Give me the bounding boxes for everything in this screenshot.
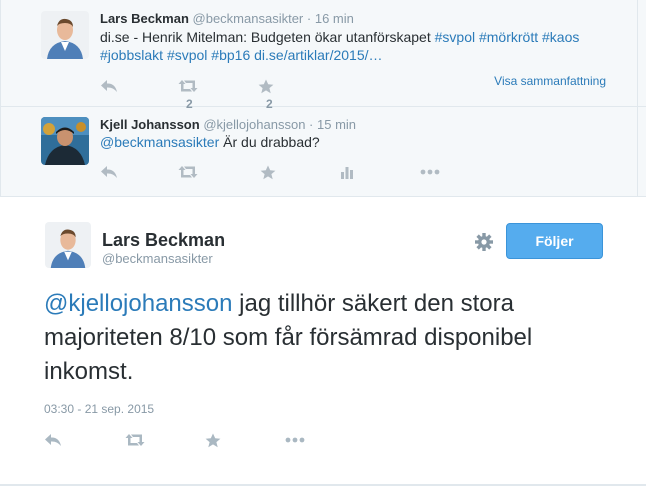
mention-link[interactable]: @kjellojohansson bbox=[44, 290, 232, 317]
conversation-tweet-1[interactable]: Lars Beckman @beckmansasikter · 16 min d… bbox=[0, 0, 646, 111]
star-icon bbox=[205, 433, 221, 447]
author-name[interactable]: Kjell Johansson bbox=[100, 117, 200, 132]
more-icon bbox=[420, 169, 440, 175]
retweet-button[interactable]: 2 bbox=[178, 76, 198, 111]
tweet-time[interactable]: 15 min bbox=[317, 117, 356, 132]
separator: · bbox=[309, 117, 314, 132]
retweet-icon bbox=[178, 80, 198, 93]
more-icon bbox=[285, 437, 305, 443]
retweet-button[interactable] bbox=[125, 430, 145, 448]
gear-icon bbox=[475, 233, 493, 251]
hashtag-link[interactable]: #bp16 bbox=[211, 47, 250, 63]
conversation-tweet-2[interactable]: Kjell Johansson @kjellojohansson · 15 mi… bbox=[0, 107, 646, 197]
hashtag-link[interactable]: #svpol bbox=[435, 29, 475, 45]
hashtag-link[interactable]: #mörkrött bbox=[479, 29, 538, 45]
retweet-button[interactable] bbox=[178, 162, 198, 180]
retweet-icon bbox=[178, 166, 198, 179]
conversation-thread: Lars Beckman @beckmansasikter · 16 min d… bbox=[0, 0, 646, 197]
author-name[interactable]: Lars Beckman bbox=[102, 230, 225, 251]
tweet-text: @beckmansasikter Är du drabbad? bbox=[100, 133, 620, 151]
reply-icon bbox=[101, 80, 117, 93]
reply-icon bbox=[45, 434, 61, 447]
retweet-icon bbox=[125, 434, 145, 447]
hashtag-link[interactable]: #jobbslakt bbox=[100, 47, 163, 63]
stats-button[interactable] bbox=[340, 162, 354, 180]
favorite-button[interactable] bbox=[205, 430, 221, 448]
hashtag-link[interactable]: #svpol bbox=[167, 47, 207, 63]
follow-button[interactable]: Följer bbox=[506, 223, 603, 259]
separator: · bbox=[306, 11, 312, 26]
author-handle[interactable]: @beckmansasikter bbox=[102, 251, 213, 266]
reply-button[interactable] bbox=[100, 162, 118, 180]
author-handle[interactable]: @kjellojohansson bbox=[203, 117, 305, 132]
mention-link[interactable]: @beckmansasikter bbox=[100, 134, 219, 150]
favorite-button[interactable] bbox=[260, 162, 276, 180]
tweet-text: di.se - Henrik Mitelman: Budgeten ökar u… bbox=[100, 28, 620, 64]
star-icon bbox=[258, 79, 274, 93]
avatar[interactable] bbox=[41, 11, 89, 59]
article-link[interactable]: di.se/artiklar/2015/… bbox=[254, 47, 382, 63]
tweet-header: Lars Beckman @beckmansasikter · 16 min bbox=[100, 11, 354, 26]
reply-button[interactable] bbox=[44, 430, 62, 448]
tweet-text-rest: Är du drabbad? bbox=[219, 134, 320, 150]
tweet-text: @kjellojohansson jag tillhör säkert den … bbox=[44, 287, 604, 389]
more-button[interactable] bbox=[420, 162, 440, 180]
user-settings-button[interactable] bbox=[474, 232, 494, 252]
author-name[interactable]: Lars Beckman bbox=[100, 11, 189, 26]
tweet-timestamp[interactable]: 03:30 - 21 sep. 2015 bbox=[44, 402, 154, 416]
author-handle[interactable]: @beckmansasikter bbox=[193, 11, 304, 26]
favorite-button[interactable]: 2 bbox=[258, 76, 274, 111]
tweet-header: Kjell Johansson @kjellojohansson · 15 mi… bbox=[100, 117, 356, 132]
stats-icon bbox=[341, 167, 353, 180]
more-button[interactable] bbox=[285, 430, 305, 448]
tweet-time[interactable]: 16 min bbox=[315, 11, 354, 26]
star-icon bbox=[260, 165, 276, 179]
avatar[interactable] bbox=[45, 222, 91, 268]
permalink-tweet: Lars Beckman @beckmansasikter Följer @kj… bbox=[0, 197, 646, 486]
reply-button[interactable] bbox=[100, 76, 118, 94]
tweet-actions bbox=[44, 430, 344, 450]
avatar[interactable] bbox=[41, 117, 89, 165]
hashtag-link[interactable]: #kaos bbox=[542, 29, 579, 45]
show-summary-link[interactable]: Visa sammanfattning bbox=[494, 74, 606, 88]
tweet-text-plain: di.se - Henrik Mitelman: Budgeten ökar u… bbox=[100, 29, 435, 45]
reply-icon bbox=[101, 166, 117, 179]
